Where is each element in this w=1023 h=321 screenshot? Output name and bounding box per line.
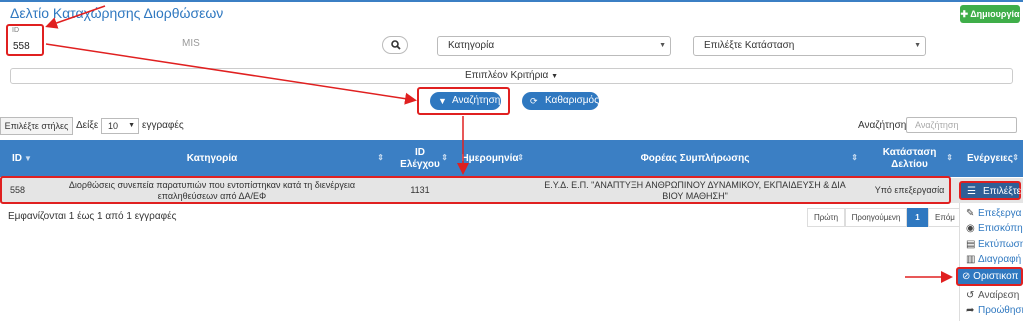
- column-header-id[interactable]: ID ▼: [0, 140, 36, 177]
- menu-item-label: Οριστικοπ: [973, 271, 1019, 282]
- menu-item-revert[interactable]: ↺ Αναίρεση: [966, 289, 1019, 303]
- sort-icon: ⇕: [946, 153, 953, 162]
- action-menu: ✎ Επεξεργα ◉ Επισκόπη ▤ Εκτύπωση ▥ Διαγραφή …: [959, 203, 1023, 321]
- create-button-label: Δημιουργία: [970, 9, 1020, 19]
- undo-icon: ↺: [966, 290, 975, 301]
- pagination-prev[interactable]: Προηγούμενη: [845, 208, 907, 227]
- menu-item-finalize[interactable]: ⊘ Οριστικοπ: [956, 267, 1023, 286]
- sort-icon: ⇕: [1012, 153, 1019, 162]
- column-header-category[interactable]: Κατηγορία ⇕: [36, 140, 388, 177]
- column-header-agency[interactable]: Φορέας Συμπλήρωσης ⇕: [528, 140, 862, 177]
- category-select-value: Κατηγορία: [448, 40, 495, 51]
- table-search-label: Αναζήτηση:: [858, 120, 910, 131]
- column-header-control-id[interactable]: ID Ελέγχου ⇕: [388, 140, 452, 177]
- search-icon: [391, 40, 401, 50]
- sort-desc-icon: ▼: [24, 153, 32, 163]
- search-button[interactable]: ▼ Αναζήτηση: [430, 92, 501, 110]
- table-search-input[interactable]: Αναζήτηση: [906, 117, 1017, 133]
- show-label: Δείξε: [76, 120, 99, 131]
- clear-button[interactable]: ⟳ Καθαρισμός: [522, 92, 599, 110]
- records-label: εγγραφές: [142, 120, 184, 131]
- page-size-value: 10: [108, 121, 119, 131]
- refresh-icon: ⟳: [530, 96, 538, 106]
- edit-icon: ✎: [966, 208, 975, 219]
- id-field[interactable]: ID 558: [6, 24, 44, 56]
- status-select[interactable]: Επιλέξτε Κατάσταση ▼: [693, 36, 926, 56]
- column-header-label: ID Ελέγχου: [400, 146, 440, 170]
- page-title: Δελτίο Καταχώρησης Διορθώσεων: [10, 5, 224, 21]
- pagination-first[interactable]: Πρώτη: [807, 208, 845, 227]
- column-header-label: Κατηγορία: [186, 152, 238, 164]
- forward-icon: ➦: [966, 305, 975, 316]
- table-info: Εμφανίζονται 1 έως 1 από 1 εγγραφές: [8, 211, 177, 222]
- column-header-actions[interactable]: Ενέργειες ⇕: [957, 140, 1023, 177]
- sort-icon: ⇕: [517, 153, 524, 162]
- menu-item-edit[interactable]: ✎ Επεξεργα: [966, 207, 1021, 221]
- menu-item-view[interactable]: ◉ Επισκόπη: [966, 222, 1023, 236]
- column-header-label: Ενέργειες: [967, 152, 1013, 164]
- menu-item-label: Εκτύπωση: [978, 239, 1023, 250]
- trash-icon: ▥: [966, 254, 976, 265]
- column-header-date[interactable]: Ημερομηνία ⇕: [452, 140, 528, 177]
- pagination-page-1[interactable]: 1: [907, 208, 928, 227]
- create-button[interactable]: ✚ Δημιουργία: [960, 5, 1020, 23]
- column-header-label: Κατάσταση Δελτίου: [882, 146, 937, 170]
- chevron-down-icon: ▼: [659, 42, 666, 49]
- menu-item-label: Διαγραφή: [978, 254, 1022, 265]
- sort-icon: ⇕: [377, 153, 384, 162]
- check-circle-icon: ⊘: [962, 271, 971, 282]
- table-header: ID ▼ Κατηγορία ⇕ ID Ελέγχου ⇕ Ημερομηνία ⇕ Φ…: [0, 140, 1023, 177]
- row-action-button[interactable]: ☰ Επιλέξτε: [959, 181, 1021, 200]
- id-field-value: 558: [13, 41, 30, 52]
- menu-item-print[interactable]: ▤ Εκτύπωση: [966, 238, 1023, 252]
- chevron-down-icon: ▼: [914, 42, 921, 49]
- caret-down-icon: ▼: [551, 73, 558, 80]
- menu-item-label: Προώθηση: [978, 305, 1023, 316]
- chevron-down-icon: ▼: [128, 122, 135, 129]
- print-icon: ▤: [966, 239, 976, 250]
- more-criteria-label: Επιπλέον Κριτήρια: [465, 70, 549, 81]
- row-action-label: Επιλέξτε: [983, 186, 1022, 197]
- column-header-status[interactable]: Κατάσταση Δελτίου ⇕: [862, 140, 957, 177]
- mis-field[interactable]: MIS: [182, 38, 200, 49]
- choose-columns-button[interactable]: Επιλέξτε στήλες: [0, 117, 73, 135]
- menu-item-label: Επεξεργα: [978, 208, 1022, 219]
- menu-item-label: Επισκόπη: [978, 223, 1023, 234]
- mis-search-button[interactable]: [382, 36, 408, 54]
- sort-icon: ⇕: [851, 153, 858, 162]
- menu-item-forward[interactable]: ➦ Προώθηση: [966, 304, 1023, 318]
- list-icon: ☰: [967, 186, 976, 197]
- search-button-label: Αναζήτηση: [452, 95, 501, 106]
- menu-item-delete[interactable]: ▥ Διαγραφή: [966, 253, 1021, 267]
- status-select-value: Επιλέξτε Κατάσταση: [704, 40, 795, 51]
- clear-button-label: Καθαρισμός: [545, 95, 599, 106]
- eye-icon: ◉: [966, 223, 975, 234]
- menu-item-label: Αναίρεση: [978, 290, 1020, 301]
- top-bar: Δελτίο Καταχώρησης Διορθώσεων ✚ Δημιουργ…: [0, 0, 1023, 23]
- column-header-label: ID: [12, 152, 22, 164]
- id-field-label: ID: [12, 27, 19, 34]
- column-header-label: Φορέας Συμπλήρωσης: [640, 152, 750, 164]
- row-highlight: [0, 176, 951, 204]
- page-size-select[interactable]: 10 ▼: [101, 118, 139, 134]
- sort-icon: ⇕: [441, 153, 448, 162]
- category-select[interactable]: Κατηγορία ▼: [437, 36, 671, 56]
- more-criteria-toggle[interactable]: Επιπλέον Κριτήρια ▼: [10, 68, 1013, 84]
- column-header-label: Ημερομηνία: [461, 152, 519, 164]
- caret-down-icon: ▼: [438, 96, 447, 106]
